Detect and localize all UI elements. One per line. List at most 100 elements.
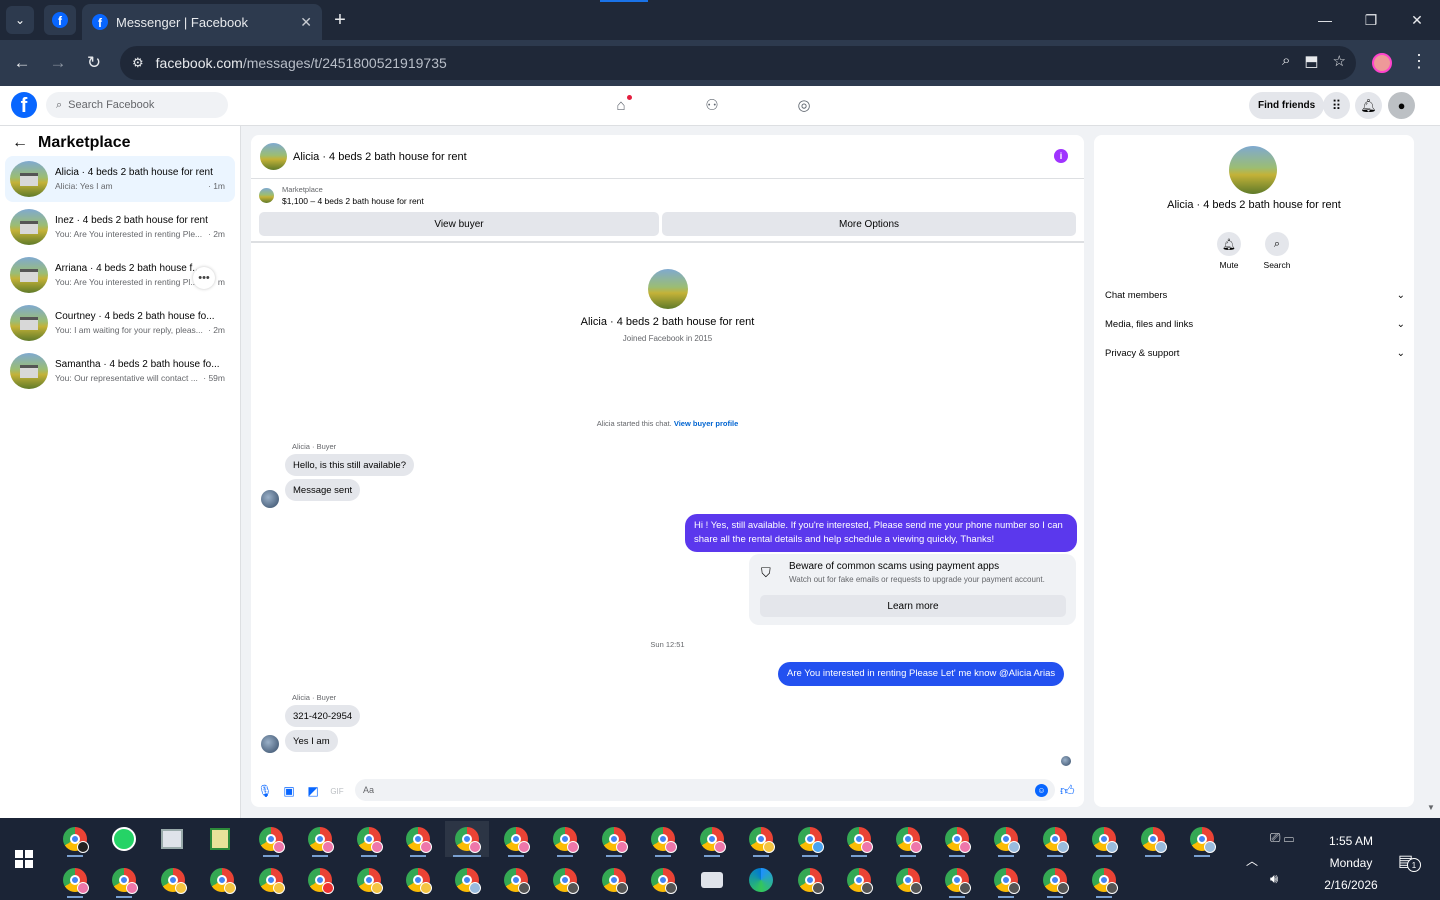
minimize-button[interactable]: — bbox=[1302, 0, 1348, 40]
taskbar-chrome-profile[interactable] bbox=[739, 821, 783, 857]
taskbar-chrome-profile[interactable] bbox=[1033, 862, 1077, 898]
section-privacy-support[interactable]: Privacy & support ⌄ bbox=[1105, 343, 1405, 363]
conversation-item[interactable]: Samantha · 4 beds 2 bath house fo... You… bbox=[5, 348, 235, 394]
mute-button[interactable]: 🔔︎ Mute bbox=[1204, 232, 1254, 270]
taskbar-chrome-profile[interactable] bbox=[592, 862, 636, 898]
taskbar-chrome-profile[interactable] bbox=[1180, 821, 1224, 857]
taskbar-chrome-profile[interactable] bbox=[396, 862, 440, 898]
show-hidden-icons-chevron-icon[interactable]: ︿ bbox=[1246, 852, 1258, 869]
conversation-item[interactable]: Inez · 4 beds 2 bath house for rent You:… bbox=[5, 204, 235, 250]
account-icon[interactable]: ● bbox=[1388, 92, 1415, 119]
conversation-more-options-button[interactable]: ••• bbox=[193, 267, 215, 289]
back-button[interactable]: ← bbox=[10, 51, 34, 75]
taskbar-chrome-profile-active[interactable] bbox=[445, 821, 489, 857]
taskbar-chrome-profile[interactable] bbox=[445, 862, 489, 898]
groups-icon[interactable]: ◎ bbox=[792, 94, 816, 116]
gif-icon[interactable]: GIF bbox=[329, 783, 345, 799]
taskbar-chrome-profile[interactable] bbox=[886, 821, 930, 857]
scroll-down-arrow-icon[interactable]: ▼ bbox=[1427, 803, 1435, 812]
avatar[interactable] bbox=[261, 735, 279, 753]
taskbar-chrome-profile[interactable] bbox=[1082, 821, 1126, 857]
avatar[interactable] bbox=[261, 490, 279, 508]
taskbar-chrome-profile[interactable] bbox=[1082, 862, 1126, 898]
forward-button[interactable]: → bbox=[46, 51, 70, 75]
taskbar-chrome-profile[interactable] bbox=[788, 821, 832, 857]
taskbar-edge[interactable] bbox=[739, 862, 783, 898]
avatar[interactable] bbox=[260, 143, 287, 170]
find-friends-button[interactable]: Find friends bbox=[1249, 92, 1325, 119]
tab-messenger[interactable]: f Messenger | Facebook ✕ bbox=[82, 4, 322, 40]
taskbar-chrome-profile[interactable] bbox=[886, 862, 930, 898]
taskbar-chrome-profile[interactable] bbox=[788, 862, 832, 898]
taskbar-chrome-profile[interactable] bbox=[249, 821, 293, 857]
more-options-button[interactable]: More Options bbox=[662, 212, 1076, 236]
taskbar-chrome-profile[interactable] bbox=[298, 862, 342, 898]
incoming-message[interactable]: 321-420-2954 bbox=[285, 705, 361, 727]
volume-icon[interactable]: 🔊︎ bbox=[1270, 871, 1278, 887]
system-clock[interactable]: 1:55 AM Monday 2/16/2026 bbox=[1316, 830, 1386, 896]
taskbar-whatsapp[interactable] bbox=[102, 821, 146, 857]
avatar[interactable] bbox=[647, 269, 688, 309]
taskbar-chrome-profile[interactable] bbox=[53, 821, 97, 857]
outgoing-message[interactable]: Hi ! Yes, still available. If you're int… bbox=[685, 514, 1077, 552]
notifications-icon[interactable]: 🔔︎ bbox=[1355, 92, 1382, 119]
taskbar-spreadsheet[interactable] bbox=[198, 821, 242, 857]
taskbar-chrome-profile[interactable] bbox=[837, 821, 881, 857]
taskbar-chrome-profile[interactable] bbox=[984, 821, 1028, 857]
friends-icon[interactable]: ⚇ bbox=[700, 94, 724, 116]
taskbar-chrome-profile[interactable] bbox=[1131, 821, 1175, 857]
apps-grid-icon[interactable]: ⠿ bbox=[1323, 92, 1350, 119]
info-icon[interactable]: i bbox=[1054, 149, 1068, 163]
message-input[interactable]: Aa bbox=[355, 779, 1055, 801]
incoming-message[interactable]: Yes I am bbox=[285, 730, 338, 752]
close-tab-icon[interactable]: ✕ bbox=[300, 14, 312, 31]
conversation-item[interactable]: Alicia · 4 beds 2 bath house for rent Al… bbox=[5, 156, 235, 202]
microphone-icon[interactable]: 🎙︎ bbox=[257, 783, 273, 799]
tab-search-button[interactable]: ⌄ bbox=[6, 6, 34, 34]
conversation-item[interactable]: Courtney · 4 beds 2 bath house fo... You… bbox=[5, 300, 235, 346]
zoom-icon[interactable]: ⌕ bbox=[1282, 52, 1290, 70]
taskbar-chrome-profile[interactable] bbox=[494, 862, 538, 898]
view-buyer-button[interactable]: View buyer bbox=[259, 212, 659, 236]
taskbar-chrome-profile[interactable] bbox=[494, 821, 538, 857]
taskbar-chrome-profile[interactable] bbox=[200, 862, 244, 898]
pinned-tab-facebook[interactable]: f bbox=[44, 5, 76, 35]
taskbar-chrome-profile[interactable] bbox=[641, 862, 685, 898]
taskbar-chrome-profile[interactable] bbox=[249, 862, 293, 898]
chat-title[interactable]: Alicia · 4 beds 2 bath house for rent bbox=[293, 151, 467, 163]
taskbar-chrome-profile[interactable] bbox=[690, 821, 734, 857]
site-settings-icon[interactable]: ⚙ bbox=[132, 55, 144, 71]
facebook-search-input[interactable]: ⌕ Search Facebook bbox=[46, 92, 228, 118]
taskbar-chrome-profile[interactable] bbox=[641, 821, 685, 857]
emoji-icon[interactable]: ☺ bbox=[1035, 784, 1048, 797]
taskbar-chrome-profile[interactable] bbox=[935, 821, 979, 857]
install-app-icon[interactable]: ⬒ bbox=[1304, 52, 1318, 70]
incoming-message[interactable]: Hello, is this still available? bbox=[285, 454, 414, 476]
close-window-button[interactable]: ✕ bbox=[1394, 0, 1440, 40]
taskbar-chrome-profile[interactable] bbox=[935, 862, 979, 898]
new-tab-button[interactable]: + bbox=[328, 8, 352, 32]
section-media-files-links[interactable]: Media, files and links ⌄ bbox=[1105, 314, 1405, 334]
taskbar-chrome-profile[interactable] bbox=[837, 862, 881, 898]
view-buyer-profile-link[interactable]: View buyer profile bbox=[674, 419, 738, 428]
taskbar-on-screen-keyboard[interactable] bbox=[690, 862, 734, 898]
tray-meet-and-network-icons[interactable]: ⎚ ▭ bbox=[1270, 830, 1294, 846]
taskbar-chrome-profile[interactable] bbox=[396, 821, 440, 857]
back-arrow-icon[interactable]: ← bbox=[12, 134, 28, 152]
start-button[interactable] bbox=[15, 850, 33, 868]
taskbar-chrome-profile[interactable] bbox=[984, 862, 1028, 898]
address-bar[interactable]: ⚙ facebook.com/messages/t/24518005219197… bbox=[120, 46, 1356, 80]
taskbar-chrome-profile[interactable] bbox=[298, 821, 342, 857]
learn-more-button[interactable]: Learn more bbox=[760, 595, 1066, 617]
taskbar-chrome-profile[interactable] bbox=[53, 862, 97, 898]
taskbar-chrome-profile[interactable] bbox=[1033, 821, 1077, 857]
taskbar-chrome-profile[interactable] bbox=[543, 862, 587, 898]
reload-button[interactable]: ↻ bbox=[82, 51, 106, 75]
like-icon[interactable]: 👍︎ bbox=[1060, 782, 1075, 799]
taskbar-chrome-profile[interactable] bbox=[102, 862, 146, 898]
browser-menu-icon[interactable]: ⋮ bbox=[1410, 51, 1428, 72]
taskbar-app-window[interactable] bbox=[150, 821, 194, 857]
taskbar-chrome-profile[interactable] bbox=[347, 821, 391, 857]
incoming-message[interactable]: Message sent bbox=[285, 479, 361, 501]
browser-profile-avatar[interactable] bbox=[1372, 53, 1392, 73]
